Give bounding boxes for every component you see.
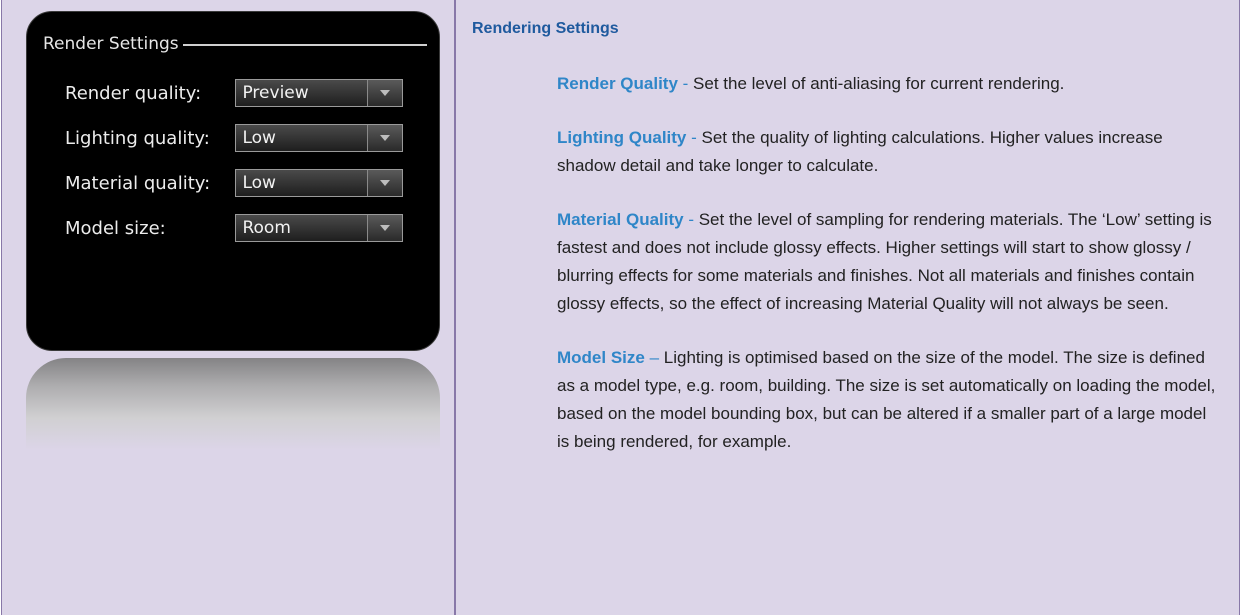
term-lighting-quality: Lighting Quality xyxy=(557,128,687,147)
lighting-quality-description: Lighting Quality - Set the quality of li… xyxy=(557,124,1217,180)
render-quality-value: Preview xyxy=(242,83,309,103)
term-separator: - xyxy=(683,210,699,229)
render-quality-dropdown[interactable]: Preview xyxy=(235,79,403,107)
render-quality-label: Render quality: xyxy=(65,82,202,104)
panel-header: Render Settings xyxy=(43,34,427,54)
term-model-size: Model Size xyxy=(557,348,645,367)
lighting-quality-dropdown[interactable]: Low xyxy=(235,124,403,152)
description-text: Set the level of anti-aliasing for curre… xyxy=(693,74,1065,93)
screenshot-cell: Render Settings Render quality: Preview … xyxy=(2,0,456,615)
model-size-row: Model size: Room xyxy=(65,213,403,243)
model-size-description: Model Size – Lighting is optimised based… xyxy=(557,344,1217,456)
chevron-down-icon[interactable] xyxy=(367,80,402,106)
material-quality-value: Low xyxy=(242,173,276,193)
material-quality-dropdown[interactable]: Low xyxy=(235,169,403,197)
section-title: Rendering Settings xyxy=(472,20,619,37)
chevron-down-icon[interactable] xyxy=(367,170,402,196)
term-separator: - xyxy=(677,74,694,93)
model-size-value: Room xyxy=(242,218,291,238)
lighting-quality-value: Low xyxy=(242,128,276,148)
term-separator: - xyxy=(686,128,702,147)
render-settings-panel: Render Settings Render quality: Preview … xyxy=(26,11,440,351)
panel-reflection xyxy=(26,358,440,450)
render-quality-row: Render quality: Preview xyxy=(65,78,403,108)
chevron-down-icon[interactable] xyxy=(367,215,402,241)
render-quality-description: Render Quality - Set the level of anti-a… xyxy=(557,70,1217,98)
material-quality-row: Material quality: Low xyxy=(65,168,403,198)
lighting-quality-row: Lighting quality: Low xyxy=(65,123,403,153)
material-quality-label: Material quality: xyxy=(65,172,211,194)
model-size-label: Model size: xyxy=(65,217,166,239)
term-material-quality: Material Quality xyxy=(557,210,684,229)
term-render-quality: Render Quality xyxy=(557,74,678,93)
panel-divider xyxy=(182,44,427,46)
content-table: Render Settings Render quality: Preview … xyxy=(1,0,1240,615)
term-separator: – xyxy=(644,348,664,367)
description-cell: Rendering Settings Render Quality - Set … xyxy=(456,0,1239,615)
material-quality-description: Material Quality - Set the level of samp… xyxy=(557,206,1217,318)
chevron-down-icon[interactable] xyxy=(367,125,402,151)
lighting-quality-label: Lighting quality: xyxy=(65,127,210,149)
panel-title: Render Settings xyxy=(43,34,179,54)
model-size-dropdown[interactable]: Room xyxy=(235,214,403,242)
